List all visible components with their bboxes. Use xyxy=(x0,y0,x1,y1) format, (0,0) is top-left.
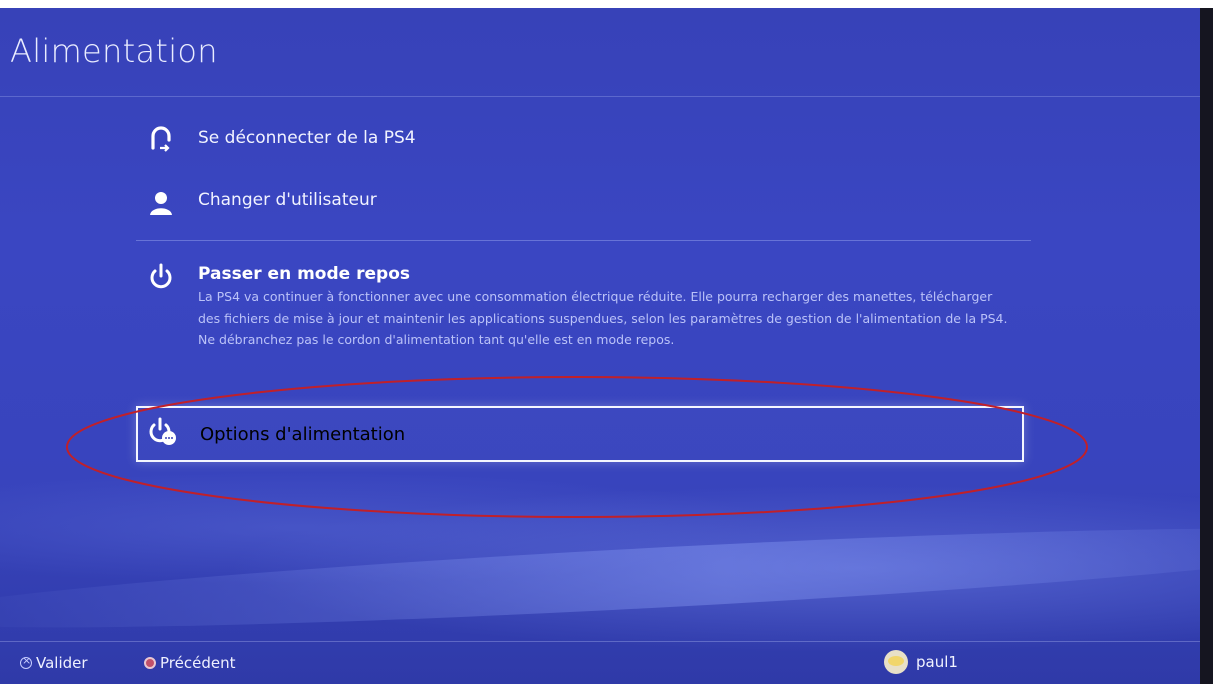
footer-divider xyxy=(0,641,1200,642)
power-options-icon xyxy=(148,417,178,451)
menu-item-switch-user[interactable]: Changer d'utilisateur xyxy=(146,188,377,218)
ps4-screen: Alimentation Se déconnecter de la PS4 Ch… xyxy=(0,8,1200,684)
menu-item-label: Options d'alimentation xyxy=(200,423,406,445)
screen-edge xyxy=(1200,8,1213,684)
power-menu: Se déconnecter de la PS4 Changer d'utili… xyxy=(0,8,1200,608)
back-label: Précédent xyxy=(160,654,236,672)
menu-item-label: Passer en mode repos xyxy=(198,264,410,284)
menu-item-label: Se déconnecter de la PS4 xyxy=(198,128,416,148)
menu-item-rest-mode[interactable]: Passer en mode repos La PS4 va continuer… xyxy=(146,262,1018,351)
power-icon xyxy=(146,262,176,292)
menu-item-power-options[interactable]: Options d'alimentation xyxy=(136,406,1024,462)
footer-bar: Valider Précédent paul1 xyxy=(0,648,1200,684)
cross-button-icon xyxy=(20,654,32,669)
back-button[interactable]: Précédent xyxy=(144,654,235,672)
avatar xyxy=(884,650,908,674)
logout-icon xyxy=(146,126,176,156)
circle-button-icon xyxy=(144,657,156,669)
menu-item-description: La PS4 va continuer à fonctionner avec u… xyxy=(198,289,1008,347)
menu-item-label: Changer d'utilisateur xyxy=(198,190,377,210)
user-switch-icon xyxy=(146,188,176,218)
confirm-button[interactable]: Valider xyxy=(20,654,88,672)
user-indicator: paul1 xyxy=(884,650,958,674)
username: paul1 xyxy=(916,653,958,671)
menu-divider xyxy=(136,240,1031,241)
confirm-label: Valider xyxy=(36,654,88,672)
menu-item-logout[interactable]: Se déconnecter de la PS4 xyxy=(146,126,416,156)
